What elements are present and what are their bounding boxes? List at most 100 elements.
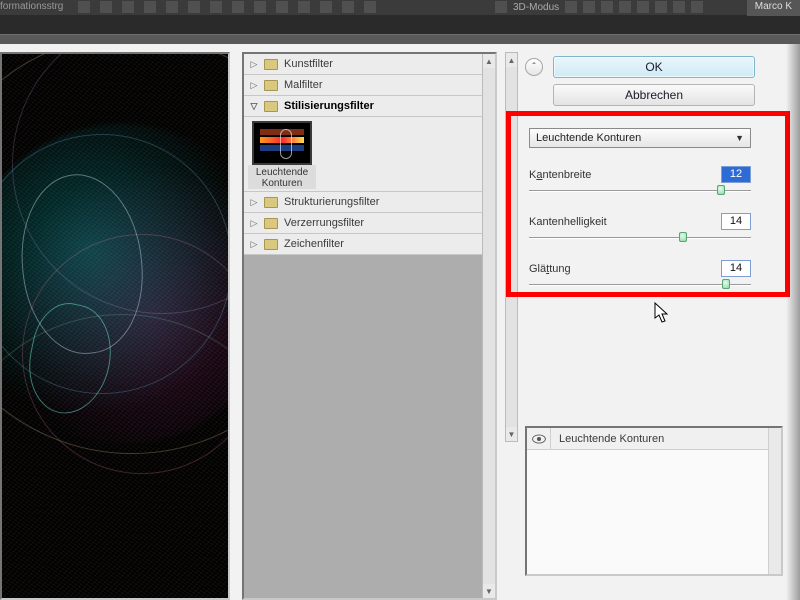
chevron-right-icon: ▷ xyxy=(250,59,258,70)
toolbar-icon[interactable] xyxy=(232,1,244,13)
param-slider[interactable] xyxy=(529,187,751,195)
mode-3d-label: 3D-Modus xyxy=(513,2,559,13)
toolbar-icon[interactable] xyxy=(276,1,288,13)
folder-icon xyxy=(264,101,278,112)
chevron-double-up-icon: ˆ xyxy=(532,62,535,73)
slider-knob[interactable] xyxy=(722,279,730,289)
slider-knob[interactable] xyxy=(679,232,687,242)
toolbar-icon[interactable] xyxy=(342,1,354,13)
param-value-input[interactable]: 14 xyxy=(721,213,751,230)
chevron-right-icon: ▷ xyxy=(250,218,258,229)
scrollbar[interactable]: ▲ ▼ xyxy=(482,54,495,598)
filter-controls: Leuchtende Konturen ▼ Kantenbreite 12 Ka… xyxy=(529,128,771,289)
chevron-right-icon: ▷ xyxy=(250,197,258,208)
chevron-down-icon: ▽ xyxy=(250,101,258,112)
filter-tree: ▷ Kunstfilter ▷ Malfilter ▽ Stilisierung… xyxy=(244,54,482,598)
toolbar-icon xyxy=(655,1,667,13)
param-brightness: Kantenhelligkeit 14 xyxy=(529,213,771,242)
param-slider[interactable] xyxy=(529,234,751,242)
folder-icon xyxy=(264,197,278,208)
chevron-down-icon: ▼ xyxy=(735,133,744,143)
filter-category-zeichenfilter[interactable]: ▷ Zeichenfilter xyxy=(244,234,482,255)
filter-category-label: Malfilter xyxy=(284,79,323,91)
chevron-right-icon: ▷ xyxy=(250,239,258,250)
scroll-down-icon[interactable]: ▼ xyxy=(506,427,517,441)
folder-icon xyxy=(264,218,278,229)
filter-category-malfilter[interactable]: ▷ Malfilter xyxy=(244,75,482,96)
scroll-up-icon[interactable]: ▲ xyxy=(506,53,517,67)
mode-3d-toggle[interactable]: 3D-Modus xyxy=(495,1,703,13)
ok-button[interactable]: OK xyxy=(553,56,755,78)
toolbar-icon[interactable] xyxy=(254,1,266,13)
eye-icon xyxy=(532,434,546,444)
filter-thumb-preview xyxy=(252,121,312,165)
window-chrome xyxy=(0,16,800,34)
scrollbar[interactable] xyxy=(768,428,781,574)
toolbar-icon[interactable] xyxy=(122,1,134,13)
filter-thumb-label: Leuchtende xyxy=(256,167,308,178)
filter-category-label: Kunstfilter xyxy=(284,58,333,70)
effect-layer-name: Leuchtende Konturen xyxy=(551,433,664,445)
visibility-toggle[interactable] xyxy=(527,428,551,450)
toolbar-icon xyxy=(673,1,685,13)
slider-knob[interactable] xyxy=(717,185,725,195)
app-menubar: formationsstrg 3D-Modus Marco K xyxy=(0,0,800,16)
param-slider[interactable] xyxy=(529,281,751,289)
chevron-right-icon: ▷ xyxy=(250,80,258,91)
filter-thumb-label: Konturen xyxy=(262,178,303,189)
toolbar-icon[interactable] xyxy=(364,1,376,13)
scroll-down-icon[interactable]: ▼ xyxy=(483,584,495,598)
toolbar-icon xyxy=(619,1,631,13)
toolbar-icon[interactable] xyxy=(166,1,178,13)
filter-thumb-leuchtende-konturen[interactable]: Leuchtende Konturen xyxy=(248,121,316,189)
filter-category-strukturierungsfilter[interactable]: ▷ Strukturierungsfilter xyxy=(244,192,482,213)
filter-select-value: Leuchtende Konturen xyxy=(536,132,641,144)
toolbar-icon xyxy=(637,1,649,13)
menubar-icon-row xyxy=(78,1,376,13)
toolbar-icon[interactable] xyxy=(298,1,310,13)
menubar-left-label: formationsstrg xyxy=(0,1,63,12)
param-smoothing: Glättung 14 xyxy=(529,260,771,289)
toolbar-icon[interactable] xyxy=(144,1,156,13)
effect-layer-row[interactable]: Leuchtende Konturen xyxy=(527,428,781,450)
toolbar-icon xyxy=(601,1,613,13)
window-chrome xyxy=(0,34,800,44)
cancel-button-label: Abbrechen xyxy=(625,88,683,102)
filter-category-verzerrungsfilter[interactable]: ▷ Verzerrungsfilter xyxy=(244,213,482,234)
toolbar-icon[interactable] xyxy=(78,1,90,13)
cancel-button[interactable]: Abbrechen xyxy=(553,84,755,106)
param-label: Kantenbreite xyxy=(529,169,591,181)
workspace-tab[interactable]: Marco K xyxy=(747,0,800,16)
filter-thumbnail-row: Leuchtende Konturen xyxy=(244,117,482,192)
filter-settings-panel: ▲ ▼ ˆ OK Abbrechen Leuchtende Konturen ▼… xyxy=(505,52,785,600)
filter-category-stilisierungsfilter[interactable]: ▽ Stilisierungsfilter xyxy=(244,96,482,117)
filter-gallery-dialog: ▷ Kunstfilter ▷ Malfilter ▽ Stilisierung… xyxy=(0,44,800,600)
collapse-tree-button[interactable]: ˆ xyxy=(525,58,543,76)
toolbar-icon xyxy=(691,1,703,13)
toolbar-icon[interactable] xyxy=(100,1,112,13)
ok-button-label: OK xyxy=(645,60,662,74)
filter-tree-panel: ▷ Kunstfilter ▷ Malfilter ▽ Stilisierung… xyxy=(242,52,497,600)
filter-category-label: Verzerrungsfilter xyxy=(284,217,364,229)
window-chrome xyxy=(786,44,800,600)
filter-select-combo[interactable]: Leuchtende Konturen ▼ xyxy=(529,128,751,148)
param-label: Glättung xyxy=(529,263,571,275)
toolbar-icon[interactable] xyxy=(210,1,222,13)
folder-icon xyxy=(264,80,278,91)
folder-icon xyxy=(264,59,278,70)
cube-icon xyxy=(495,1,507,13)
filter-category-label: Zeichenfilter xyxy=(284,238,344,250)
toolbar-icon xyxy=(565,1,577,13)
toolbar-icon xyxy=(583,1,595,13)
param-edge-width: Kantenbreite 12 xyxy=(529,166,771,195)
scroll-up-icon[interactable]: ▲ xyxy=(483,54,495,68)
param-value-input[interactable]: 14 xyxy=(721,260,751,277)
filter-category-label: Stilisierungsfilter xyxy=(284,100,374,112)
toolbar-icon[interactable] xyxy=(320,1,332,13)
effect-layers-panel: Leuchtende Konturen xyxy=(525,426,783,576)
folder-icon xyxy=(264,239,278,250)
preview-canvas[interactable] xyxy=(0,52,230,600)
param-value-input[interactable]: 12 xyxy=(721,166,751,183)
toolbar-icon[interactable] xyxy=(188,1,200,13)
filter-category-kunstfilter[interactable]: ▷ Kunstfilter xyxy=(244,54,482,75)
